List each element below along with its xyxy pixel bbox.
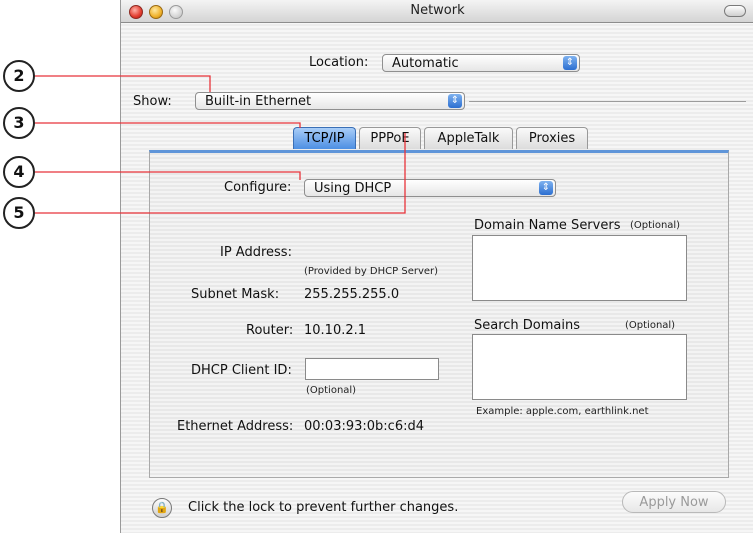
callout-4-leader <box>35 171 301 180</box>
callout-2-leader <box>35 75 211 92</box>
callout-2: 2 <box>3 60 35 92</box>
callout-3: 3 <box>3 107 35 139</box>
callout-5: 5 <box>3 197 35 229</box>
callout-5-leader <box>35 133 406 214</box>
callout-3-leader <box>35 122 301 128</box>
callout-leader-lines <box>35 75 406 214</box>
callout-4: 4 <box>3 156 35 188</box>
